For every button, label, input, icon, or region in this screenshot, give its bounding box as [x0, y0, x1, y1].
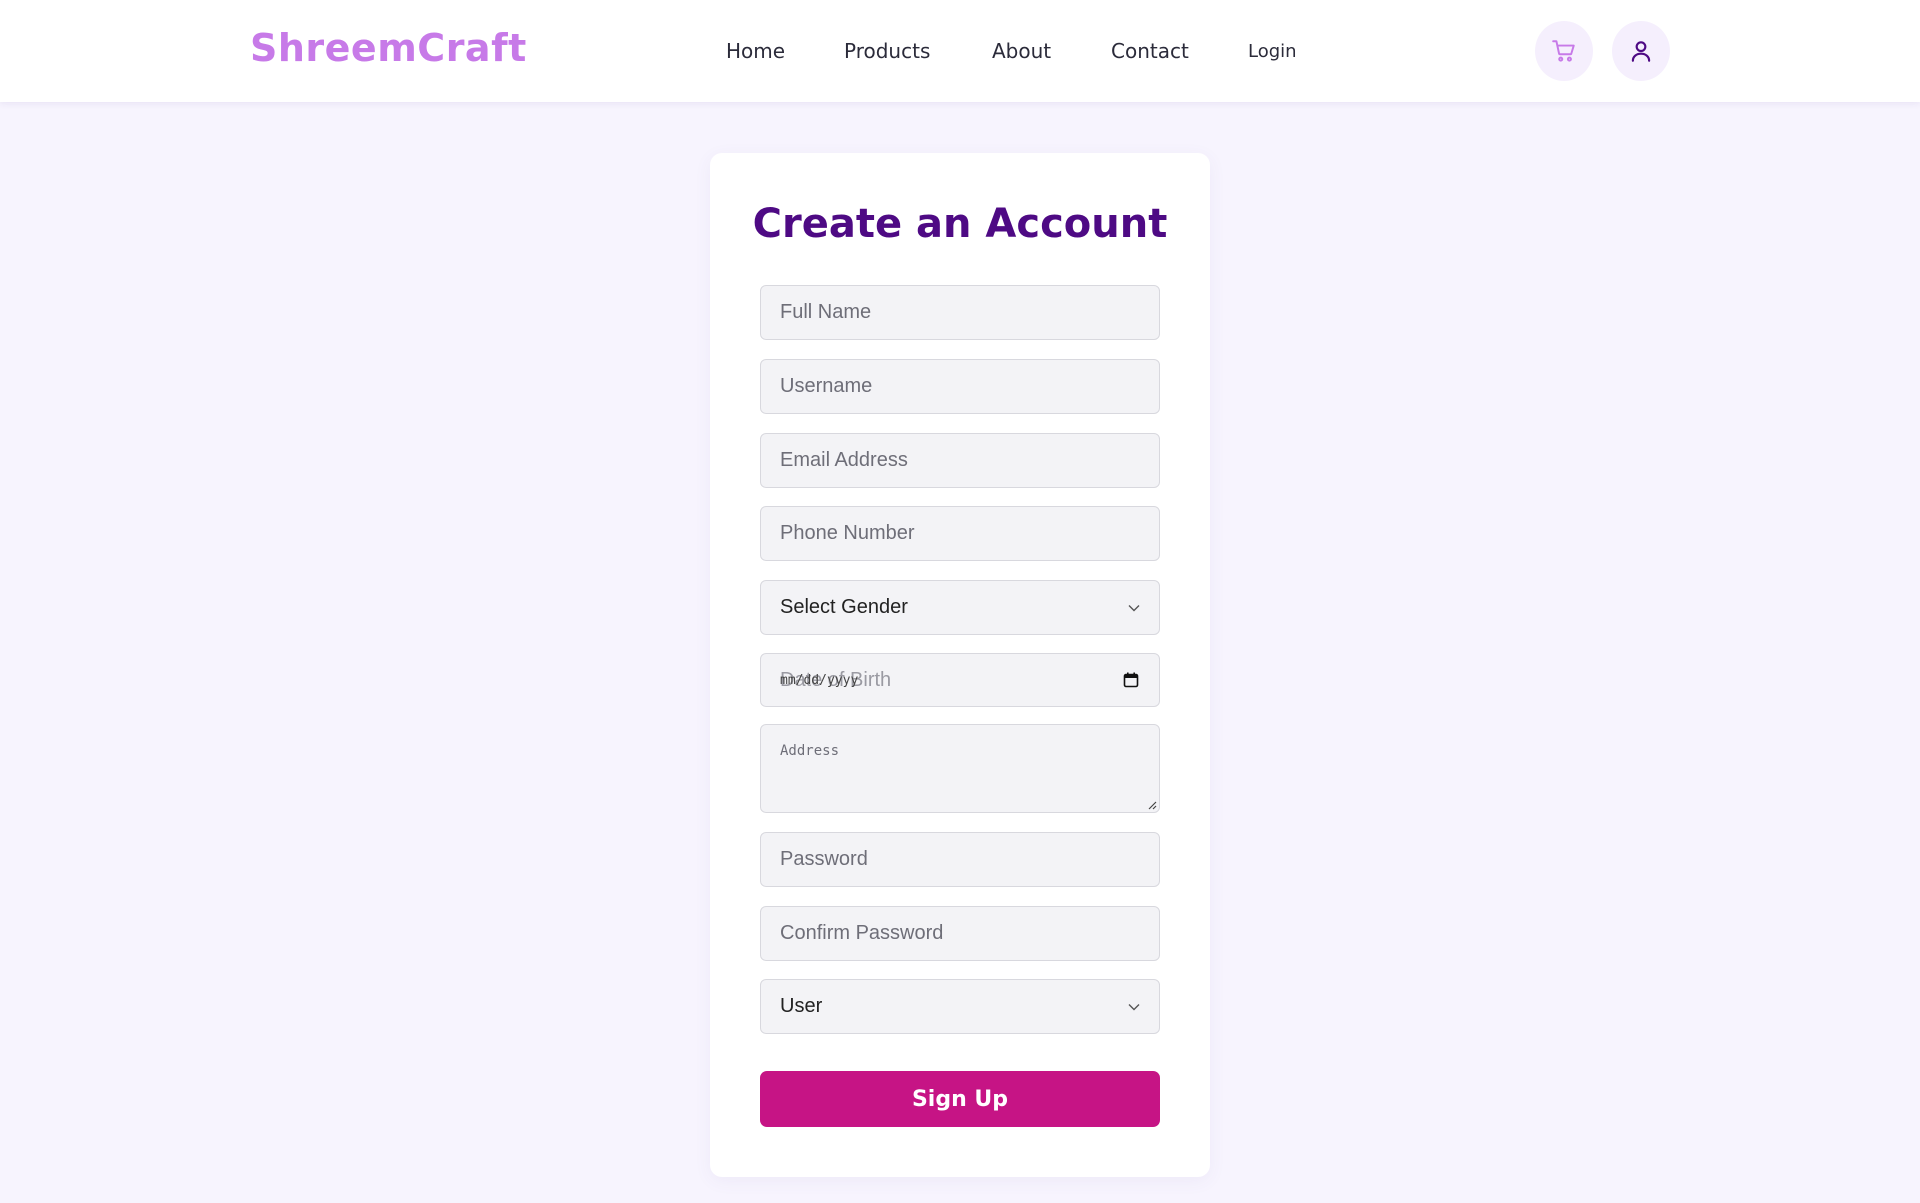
full-name-input[interactable]	[760, 285, 1160, 340]
address-textarea[interactable]	[760, 724, 1160, 813]
gender-select-value: Select Gender	[780, 596, 908, 618]
nav-link-products[interactable]: Products	[844, 39, 930, 63]
cart-icon	[1552, 40, 1575, 62]
sign-up-button[interactable]: Sign Up	[760, 1071, 1160, 1127]
user-icon	[1631, 41, 1651, 62]
phone-input[interactable]	[760, 506, 1160, 561]
nav-link-contact[interactable]: Contact	[1111, 39, 1189, 63]
username-input[interactable]	[760, 359, 1160, 414]
gender-select[interactable]: Select Gender	[760, 580, 1160, 635]
user-button[interactable]	[1612, 21, 1670, 81]
signup-card: Create an Account Select Gender Date of …	[710, 153, 1210, 1177]
address-wrapper	[710, 724, 1210, 814]
email-input[interactable]	[760, 433, 1160, 488]
navbar: ShreemCraft Home Products About Contact …	[0, 0, 1920, 102]
calendar-icon[interactable]	[1123, 672, 1139, 688]
role-select[interactable]: User	[760, 979, 1160, 1034]
dob-input[interactable]: Date of Birth mm/dd/yyyy	[760, 653, 1160, 707]
dob-date-mask: mm/dd/yyyy	[780, 673, 859, 688]
chevron-down-icon	[1128, 1004, 1140, 1011]
page-title: Create an Account	[752, 201, 1168, 247]
resize-handle-icon[interactable]	[1147, 800, 1157, 810]
brand-logo[interactable]: ShreemCraft	[250, 26, 527, 70]
nav-link-login[interactable]: Login	[1248, 41, 1297, 62]
chevron-down-icon	[1128, 605, 1140, 612]
cart-button[interactable]	[1535, 21, 1593, 81]
nav-link-about[interactable]: About	[992, 39, 1051, 63]
nav-link-home[interactable]: Home	[726, 39, 785, 63]
password-input[interactable]	[760, 832, 1160, 887]
confirm-password-input[interactable]	[760, 906, 1160, 961]
role-select-value: User	[780, 995, 823, 1017]
